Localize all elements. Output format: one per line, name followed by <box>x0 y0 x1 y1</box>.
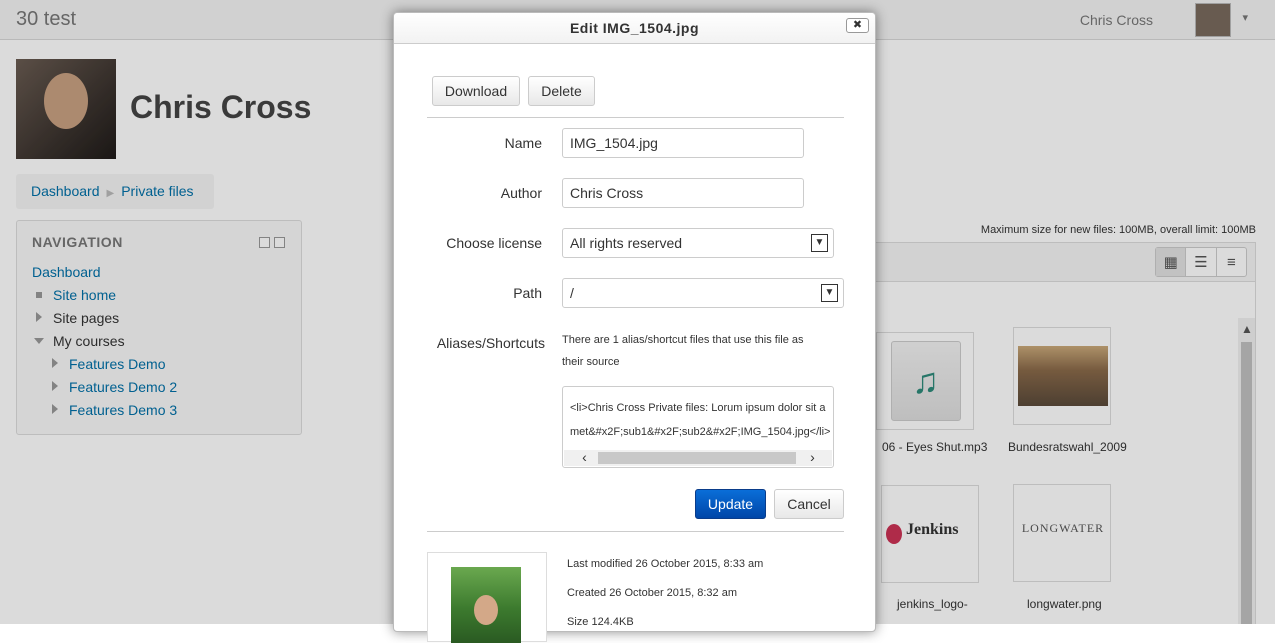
dialog-title: Edit IMG_1504.jpg <box>569 20 700 36</box>
author-input[interactable]: Chris Cross <box>562 178 804 208</box>
delete-button[interactable]: Delete <box>528 76 595 106</box>
last-modified-info: Last modified 26 October 2015, 8:33 am <box>567 558 764 570</box>
aliases-label: Aliases/Shortcuts <box>436 335 545 351</box>
aliases-list-box[interactable]: <li>Chris Cross Private files: Lorum ips… <box>562 386 834 468</box>
license-label: Choose license <box>446 235 542 251</box>
update-button[interactable]: Update <box>695 489 766 519</box>
path-select[interactable]: / ▼ <box>562 278 844 308</box>
edit-file-dialog: Edit IMG_1504.jpg ✖ Download Delete Name… <box>393 12 876 643</box>
divider <box>427 117 844 118</box>
divider <box>427 531 844 532</box>
file-preview <box>427 552 547 643</box>
dialog-header: Edit IMG_1504.jpg ✖ <box>394 13 875 44</box>
author-label: Author <box>500 185 542 201</box>
aliases-description: There are 1 alias/shortcut files that us… <box>562 334 804 368</box>
download-button[interactable]: Download <box>432 76 520 106</box>
scroll-left-icon[interactable]: ‹ <box>576 450 593 466</box>
name-input[interactable]: IMG_1504.jpg <box>562 128 804 158</box>
cancel-button[interactable]: Cancel <box>774 489 844 519</box>
aliases-scrollbar[interactable]: ‹ › <box>564 450 832 466</box>
close-icon[interactable]: ✖ <box>846 18 869 33</box>
license-value: All rights reserved <box>570 235 683 251</box>
scroll-right-icon[interactable]: › <box>804 450 821 466</box>
size-info: Size 124.4KB <box>567 616 634 628</box>
scrollbar-thumb[interactable] <box>598 452 796 464</box>
created-info: Created 26 October 2015, 8:32 am <box>567 587 737 599</box>
path-label: Path <box>513 285 542 301</box>
license-select[interactable]: All rights reserved ▼ <box>562 228 834 258</box>
aliases-list-content: <li>Chris Cross Private files: Lorum ips… <box>570 402 831 438</box>
path-value: / <box>570 285 574 301</box>
name-label: Name <box>504 135 542 151</box>
preview-image <box>451 567 521 643</box>
chevron-down-icon[interactable]: ▼ <box>811 234 828 252</box>
chevron-down-icon[interactable]: ▼ <box>821 284 838 302</box>
